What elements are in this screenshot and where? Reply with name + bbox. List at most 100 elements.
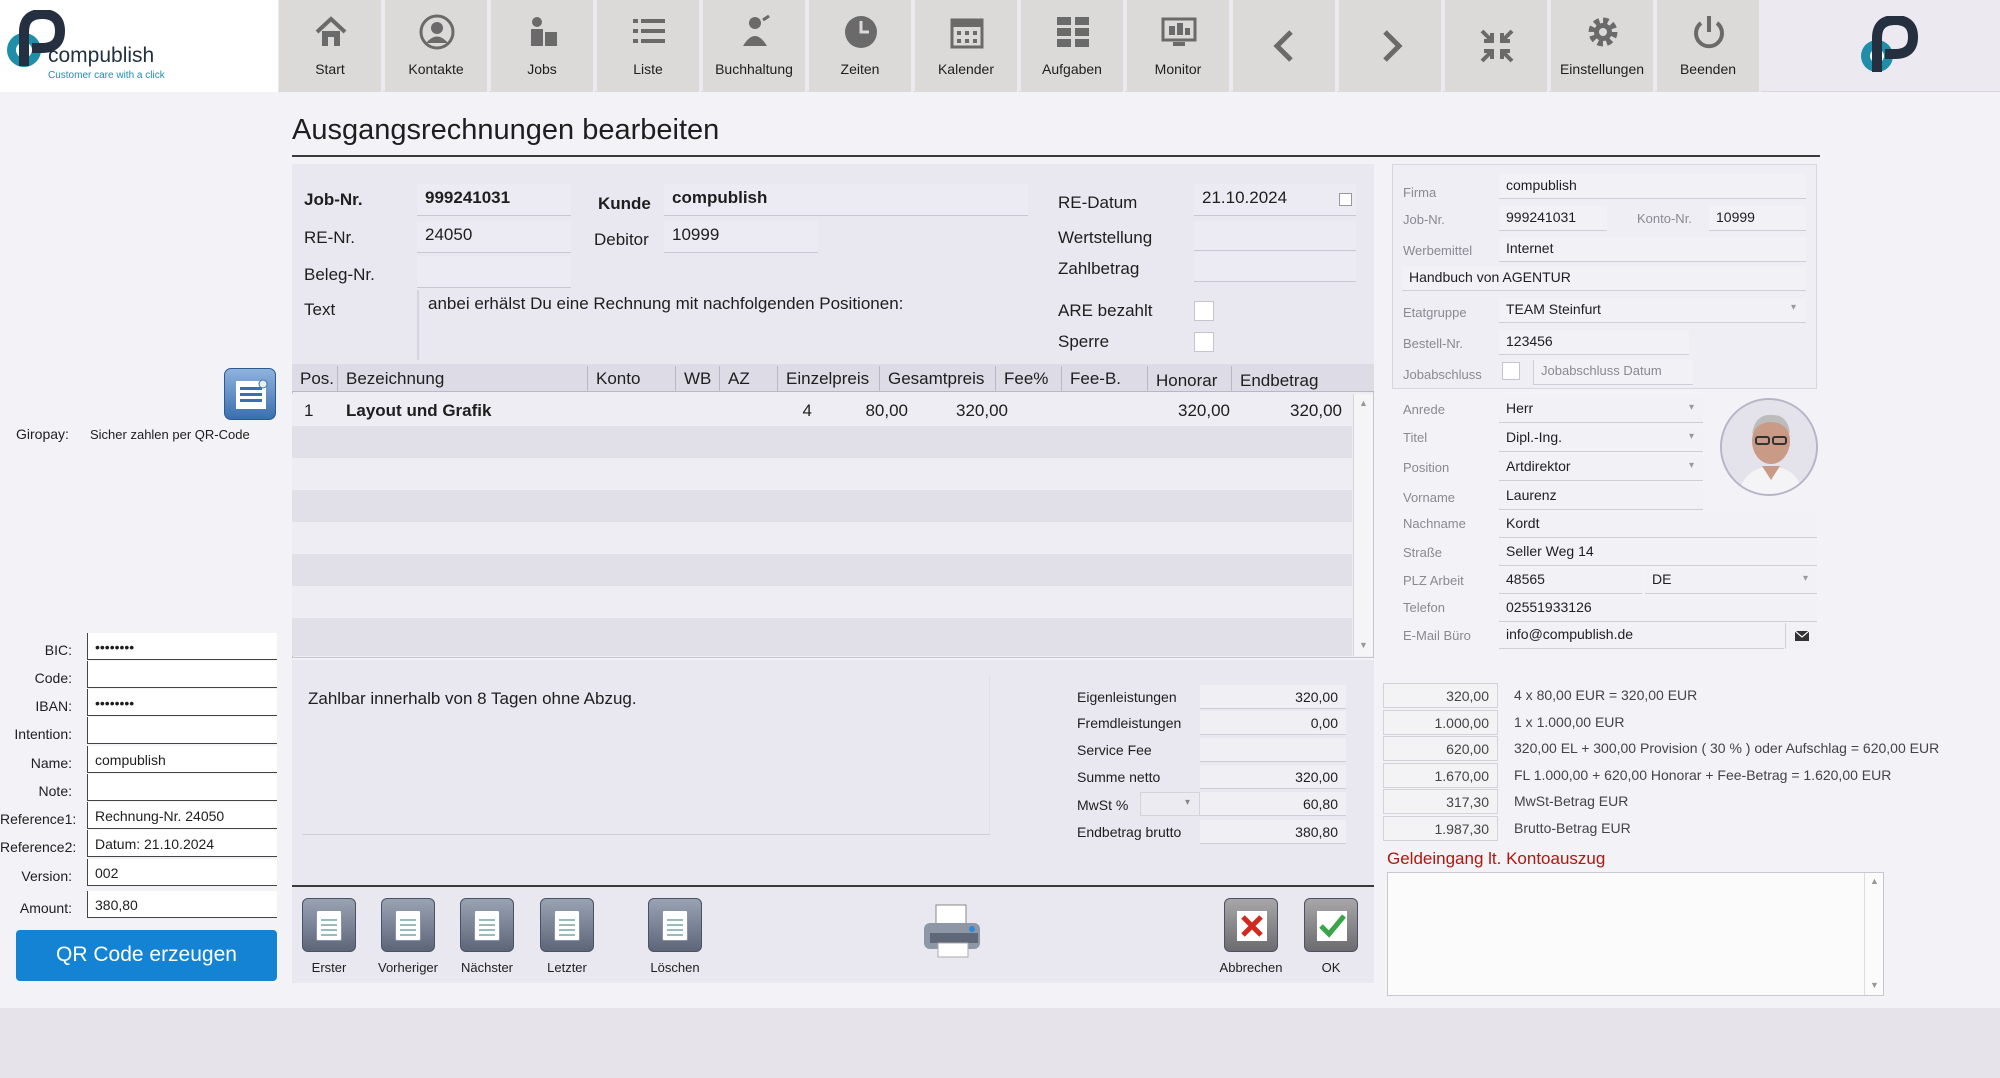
fee-value[interactable]	[1200, 738, 1346, 762]
bic-input[interactable]: ••••••••	[87, 633, 277, 660]
toolbar-aufgaben-button[interactable]: Aufgaben	[1021, 0, 1125, 92]
toolbar-einstellungen-button[interactable]: Einstellungen	[1551, 0, 1655, 92]
scroll-up-icon[interactable]: ▲	[1870, 876, 1879, 886]
delete-record-button[interactable]	[648, 898, 702, 952]
table-row[interactable]: 1 Layout und Grafik 4 80,00 320,00 320,0…	[292, 394, 1352, 426]
chevron-down-icon[interactable]: ▾	[1689, 460, 1694, 471]
previous-record-button[interactable]	[381, 898, 435, 952]
chevron-down-icon[interactable]: ▾	[1689, 431, 1694, 442]
col-konto[interactable]: Konto	[590, 366, 676, 392]
note-input[interactable]	[87, 774, 277, 801]
col-bezeichnung[interactable]: Bezeichnung	[340, 366, 588, 392]
col-endbetrag[interactable]: Endbetrag	[1234, 366, 1370, 392]
col-gesamtpreis[interactable]: Gesamtpreis	[882, 366, 996, 392]
kunde-field[interactable]: compublish	[664, 184, 1028, 216]
toolbar-monitor-button[interactable]: Monitor	[1127, 0, 1231, 92]
job-nr-field[interactable]: 999241031	[417, 184, 571, 216]
jobabschluss-datum-field[interactable]: Jobabschluss Datum	[1533, 360, 1693, 385]
are-bezahlt-checkbox[interactable]	[1194, 301, 1214, 321]
col-einzelpreis[interactable]: Einzelpreis	[780, 366, 880, 392]
handbuch-field[interactable]: Handbuch von AGENTUR	[1402, 266, 1806, 291]
geldeingang-textarea[interactable]: ▲ ▼	[1387, 872, 1884, 996]
cancel-button[interactable]	[1224, 898, 1278, 952]
telefon-field[interactable]: 02551933126	[1499, 596, 1817, 622]
plz-field[interactable]: 48565	[1499, 568, 1642, 594]
mwst-value[interactable]: 60,80	[1200, 792, 1346, 816]
intention-input[interactable]	[87, 717, 277, 744]
titel-select[interactable]: Dipl.-Ing.	[1499, 426, 1703, 452]
next-record-button[interactable]	[460, 898, 514, 952]
calc-value-total[interactable]: 1.670,00	[1383, 763, 1498, 788]
col-fee-pct[interactable]: Fee%	[998, 366, 1062, 392]
calc-value-brutto[interactable]: 1.987,30	[1383, 816, 1498, 841]
debitor-field[interactable]: 10999	[664, 221, 818, 253]
send-email-button[interactable]	[1785, 623, 1817, 649]
version-input[interactable]: 002	[87, 859, 277, 886]
table-scrollbar[interactable]: ▲ ▼	[1353, 394, 1373, 656]
last-record-button[interactable]	[540, 898, 594, 952]
bestell-field[interactable]: 123456	[1499, 330, 1689, 355]
printer-icon[interactable]	[920, 903, 988, 961]
name-input[interactable]: compublish	[87, 746, 277, 773]
calc-value-eigen[interactable]: 320,00	[1383, 683, 1498, 708]
wertstellung-field[interactable]	[1194, 221, 1356, 251]
chevron-down-icon[interactable]: ▾	[1791, 302, 1796, 313]
calc-value-honorar[interactable]: 620,00	[1383, 736, 1498, 761]
ok-button[interactable]	[1304, 898, 1358, 952]
sperre-checkbox[interactable]	[1194, 332, 1214, 352]
nachname-field[interactable]: Kordt	[1499, 512, 1817, 538]
re-nr-field[interactable]: 24050	[417, 221, 571, 253]
toolbar-collapse-button[interactable]	[1445, 0, 1549, 92]
jobabschluss-checkbox[interactable]	[1502, 362, 1520, 380]
job-field[interactable]: 999241031	[1499, 206, 1607, 231]
toolbar-start-button[interactable]: Start	[279, 0, 383, 92]
re-datum-field[interactable]: 21.10.2024	[1194, 184, 1356, 216]
strasse-field[interactable]: Seller Weg 14	[1499, 540, 1817, 566]
col-honorar[interactable]: Honorar	[1150, 366, 1232, 392]
chevron-down-icon[interactable]: ▾	[1689, 402, 1694, 413]
col-fee-b[interactable]: Fee-B.	[1064, 366, 1148, 392]
payment-note-field[interactable]: Zahlbar innerhalb von 8 Tagen ohne Abzug…	[302, 675, 990, 835]
code-input[interactable]	[87, 661, 277, 688]
iban-input[interactable]: ••••••••	[87, 689, 277, 716]
fremd-value[interactable]: 0,00	[1200, 711, 1346, 735]
toolbar-forward-button[interactable]	[1339, 0, 1443, 92]
text-field[interactable]: anbei erhälst Du eine Rechnung mit nachf…	[420, 290, 1020, 324]
toolbar-kalender-button[interactable]: Kalender	[915, 0, 1019, 92]
toolbar-kontakte-button[interactable]: Kontakte	[385, 0, 489, 92]
scroll-down-icon[interactable]: ▼	[1359, 640, 1368, 650]
eigen-value[interactable]: 320,00	[1200, 685, 1346, 709]
netto-value[interactable]: 320,00	[1200, 765, 1346, 789]
land-select[interactable]: DE	[1645, 568, 1817, 594]
calc-value-mwst[interactable]: 317,30	[1383, 789, 1498, 814]
toolbar-back-button[interactable]	[1233, 0, 1337, 92]
qr-code-button[interactable]: QR Code erzeugen	[16, 930, 277, 981]
toolbar-beenden-button[interactable]: Beenden	[1657, 0, 1761, 92]
first-record-button[interactable]	[302, 898, 356, 952]
etatgruppe-select[interactable]: TEAM Steinfurt	[1499, 298, 1806, 323]
geldeingang-scrollbar[interactable]: ▲ ▼	[1864, 873, 1883, 995]
toolbar-liste-button[interactable]: Liste	[597, 0, 701, 92]
reference1-input[interactable]: Rechnung-Nr. 24050	[87, 802, 277, 829]
col-pos[interactable]: Pos.	[294, 366, 338, 392]
mwst-select[interactable]: ▾	[1140, 792, 1200, 816]
anrede-select[interactable]: Herr	[1499, 397, 1703, 423]
qr-calculator-button[interactable]	[224, 368, 276, 420]
chevron-down-icon[interactable]: ▾	[1803, 573, 1808, 584]
toolbar-zeiten-button[interactable]: Zeiten	[809, 0, 913, 92]
vorname-field[interactable]: Laurenz	[1499, 484, 1703, 510]
amount-input[interactable]: 380,80	[87, 891, 277, 918]
zahlbetrag-field[interactable]	[1194, 252, 1356, 282]
toolbar-buchhaltung-button[interactable]: Buchhaltung	[703, 0, 807, 92]
calc-value-fremd[interactable]: 1.000,00	[1383, 710, 1498, 735]
beleg-nr-field[interactable]	[417, 256, 571, 288]
firma-field[interactable]: compublish	[1499, 174, 1806, 199]
scroll-down-icon[interactable]: ▼	[1870, 980, 1879, 990]
col-az[interactable]: AZ	[722, 366, 778, 392]
toolbar-jobs-button[interactable]: Jobs	[491, 0, 595, 92]
position-select[interactable]: Artdirektor	[1499, 455, 1703, 481]
col-wb[interactable]: WB	[678, 366, 720, 392]
brutto-value[interactable]: 380,80	[1200, 820, 1346, 844]
email-field[interactable]: info@compublish.de	[1499, 623, 1784, 649]
konto-field[interactable]: 10999	[1709, 206, 1806, 231]
